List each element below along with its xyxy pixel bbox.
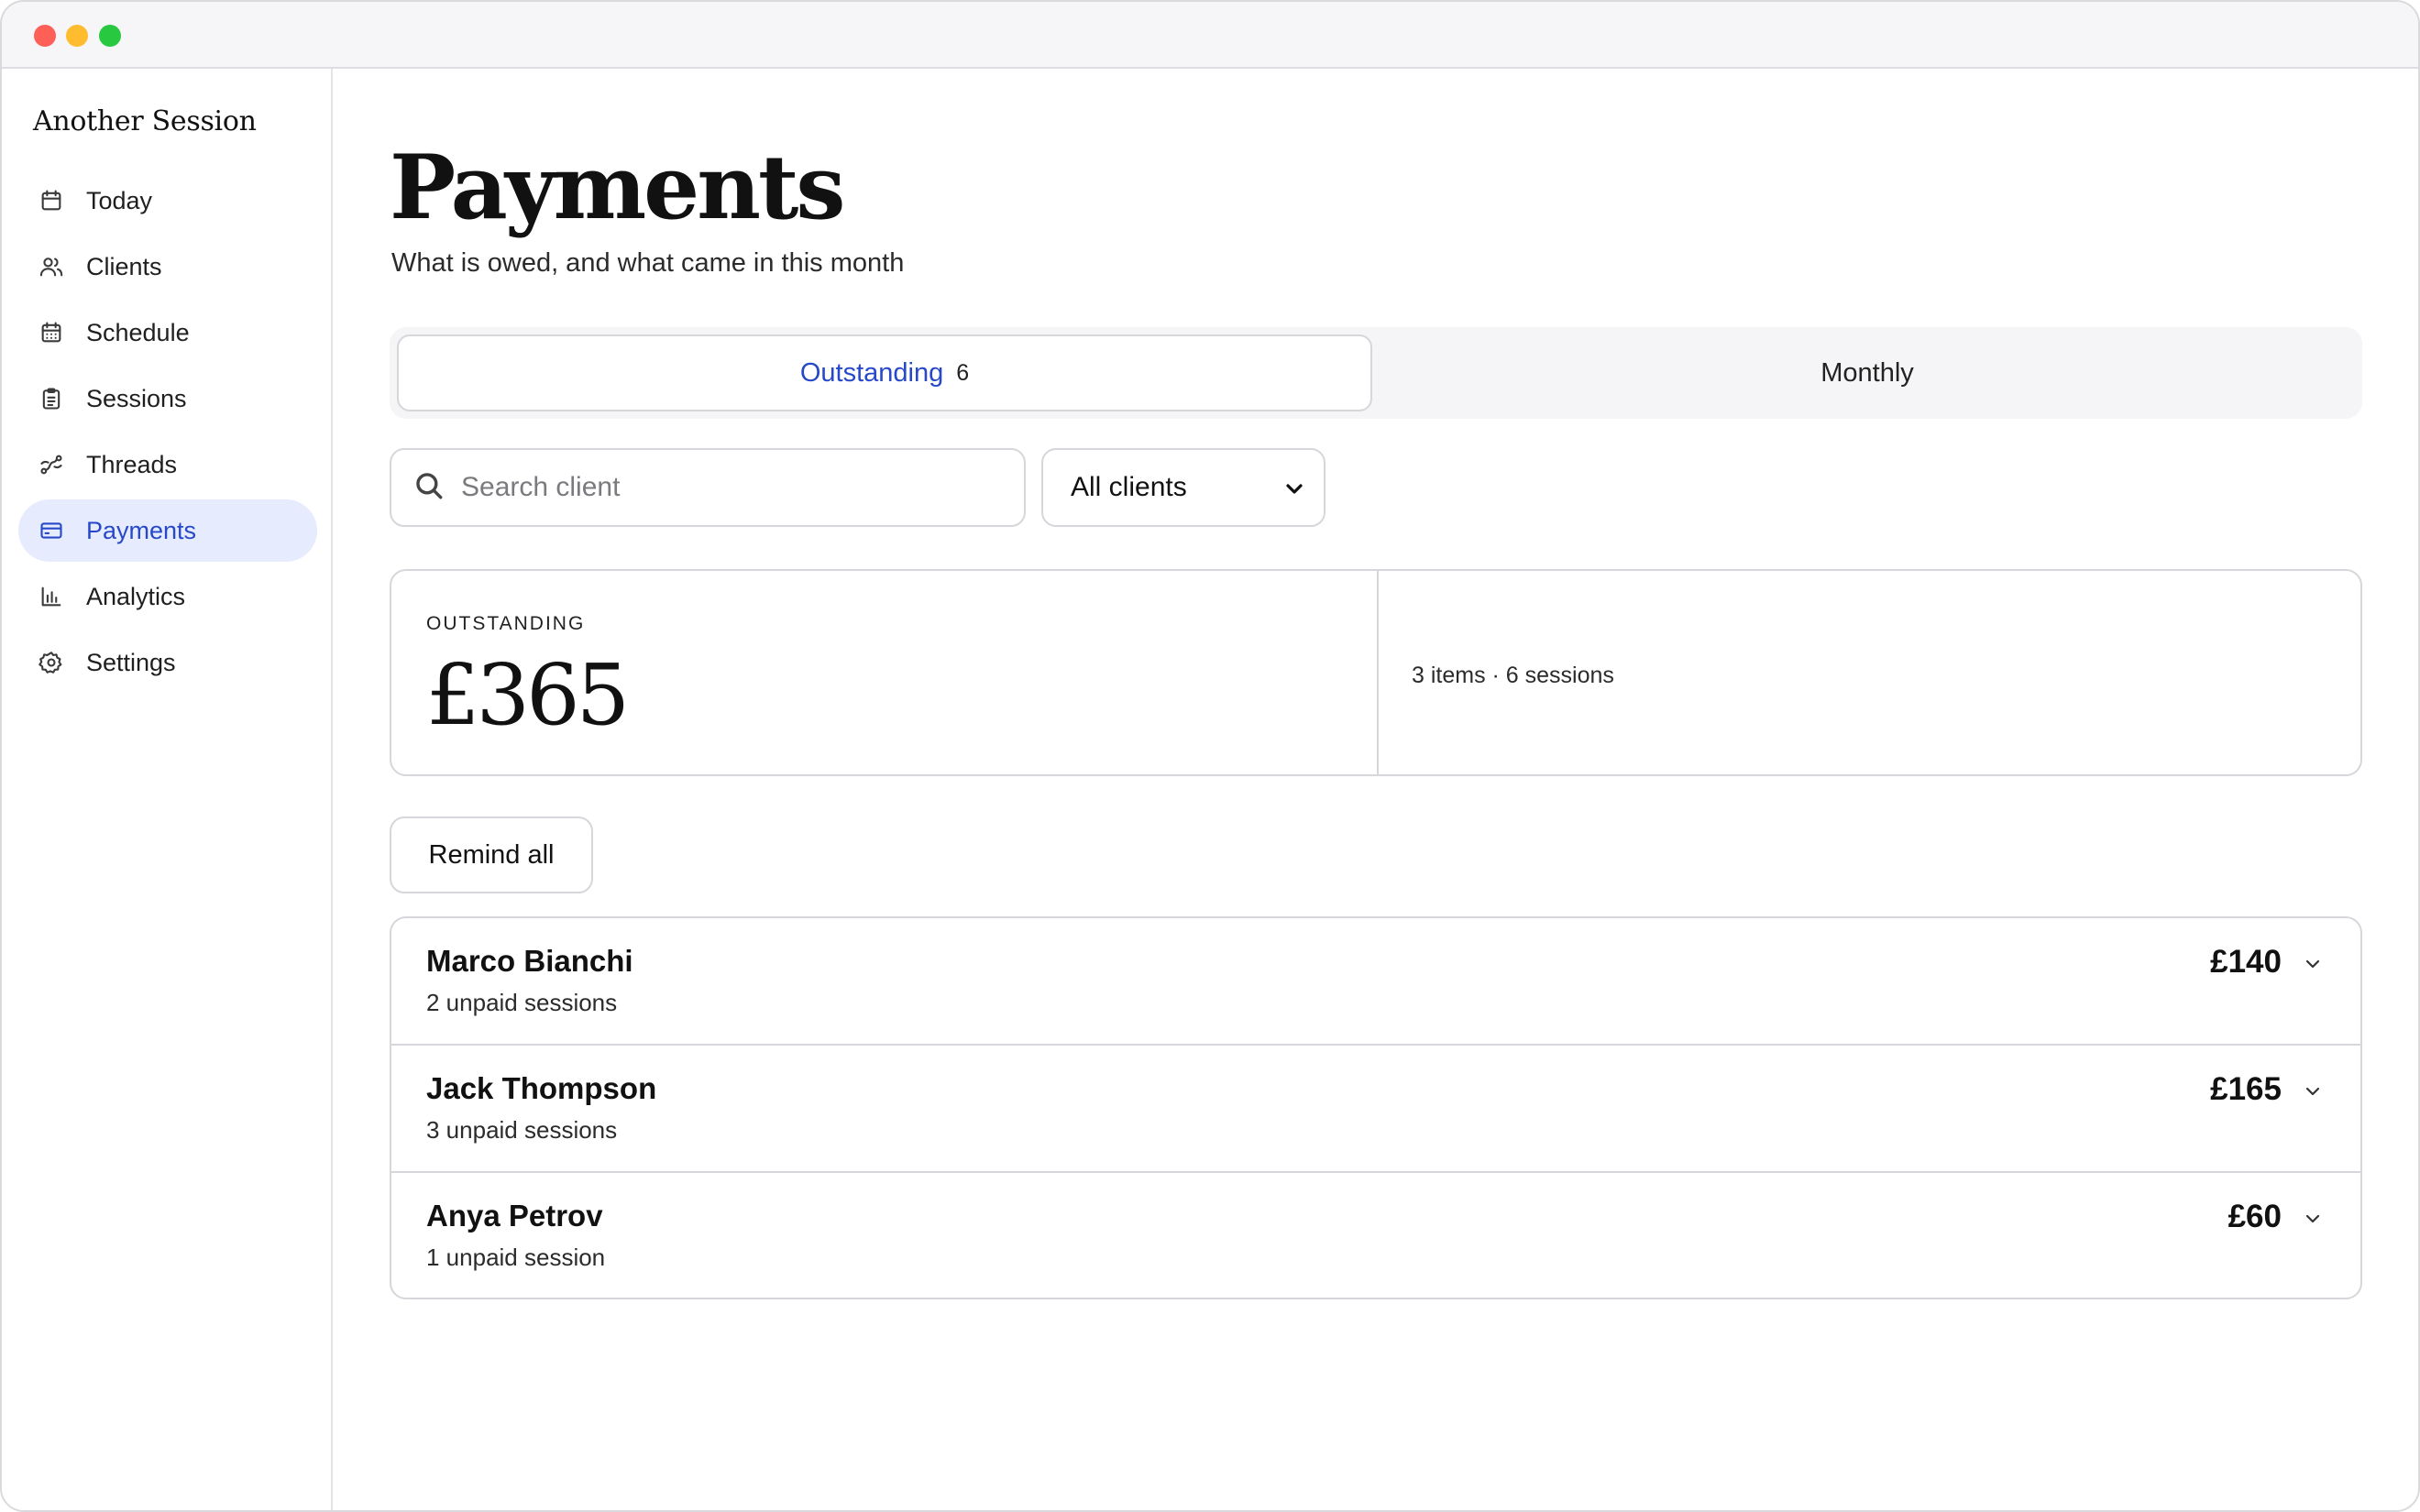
search-input[interactable] — [461, 472, 974, 503]
sidebar-item-label: Payments — [86, 516, 197, 544]
chevron-down-icon — [1283, 477, 1305, 499]
view-tabs: Outstanding 6 Monthly — [390, 327, 2362, 419]
minimize-window-button[interactable] — [66, 25, 88, 47]
close-window-button[interactable] — [34, 25, 56, 47]
page-title: Payments — [390, 136, 845, 239]
outstanding-clients-list: Marco Bianchi 2 unpaid sessions £140 Jac… — [390, 916, 2362, 1299]
sidebar-item-settings[interactable]: Settings — [18, 631, 317, 694]
sidebar-item-label: Today — [86, 186, 153, 214]
gear-icon — [38, 650, 64, 675]
zoom-window-button[interactable] — [99, 25, 121, 47]
chevron-down-icon[interactable] — [2302, 1208, 2324, 1230]
sidebar-item-label: Clients — [86, 252, 162, 280]
credit-card-icon — [38, 518, 64, 543]
sidebar-item-threads[interactable]: Threads — [18, 433, 317, 496]
unpaid-sessions-count: 3 unpaid sessions — [426, 1116, 618, 1144]
chevron-down-icon[interactable] — [2302, 1080, 2324, 1102]
sidebar-item-label: Threads — [86, 450, 178, 478]
amount-owed: £60 — [2228, 1199, 2282, 1234]
list-item[interactable]: Anya Petrov 1 unpaid session £60 — [391, 1173, 2360, 1298]
tab-count-badge: 6 — [956, 359, 970, 386]
client-name: Jack Thompson — [426, 1071, 657, 1105]
summary-amount: £365 — [426, 646, 630, 744]
client-name: Anya Petrov — [426, 1199, 603, 1233]
chevron-down-icon[interactable] — [2302, 953, 2324, 975]
client-name: Marco Bianchi — [426, 944, 633, 978]
sidebar-item-label: Settings — [86, 648, 176, 676]
calendar-icon — [38, 188, 64, 214]
outstanding-summary-card: OUTSTANDING £365 3 items · 6 sessions — [390, 569, 2362, 776]
main-content: Payments What is owed, and what came in … — [335, 69, 2418, 1510]
list-item[interactable]: Marco Bianchi 2 unpaid sessions £140 — [391, 918, 2360, 1046]
sidebar-item-payments[interactable]: Payments — [18, 499, 317, 562]
calendar-grid-icon — [38, 320, 64, 345]
search-icon — [413, 470, 461, 506]
users-icon — [38, 254, 64, 279]
sidebar-item-label: Schedule — [86, 318, 190, 346]
summary-meta: 3 items · 6 sessions — [1412, 663, 1614, 688]
sidebar-item-analytics[interactable]: Analytics — [18, 565, 317, 628]
sidebar-item-label: Sessions — [86, 384, 187, 412]
sidebar-item-today[interactable]: Today — [18, 170, 317, 232]
search-box[interactable] — [390, 448, 1026, 527]
sidebar-item-schedule[interactable]: Schedule — [18, 301, 317, 364]
page-subtitle: What is owed, and what came in this mont… — [391, 248, 905, 278]
tab-monthly[interactable]: Monthly — [1380, 334, 2355, 411]
sidebar-item-label: Analytics — [86, 582, 186, 610]
remind-all-button[interactable]: Remind all — [390, 816, 593, 893]
bar-chart-icon — [38, 584, 64, 609]
summary-label: OUTSTANDING — [426, 613, 586, 634]
sidebar-item-clients[interactable]: Clients — [18, 236, 317, 298]
clipboard-icon — [38, 386, 64, 411]
client-filter-value: All clients — [1071, 472, 1187, 502]
sidebar-nav: Today Clients Schedule Sessions Threads … — [18, 170, 317, 697]
unpaid-sessions-count: 1 unpaid session — [426, 1244, 606, 1271]
summary-divider — [1377, 571, 1379, 774]
app-brand: Another Session — [33, 105, 257, 137]
sidebar-item-sessions[interactable]: Sessions — [18, 367, 317, 430]
amount-owed: £140 — [2210, 944, 2282, 980]
title-bar — [2, 2, 2418, 69]
list-item[interactable]: Jack Thompson 3 unpaid sessions £165 — [391, 1046, 2360, 1173]
tab-outstanding[interactable]: Outstanding 6 — [397, 334, 1372, 411]
tab-label: Outstanding — [799, 357, 944, 388]
sidebar: Another Session Today Clients Schedule S… — [2, 69, 333, 1510]
app-window: Another Session Today Clients Schedule S… — [0, 0, 2420, 1512]
amount-owed: £165 — [2210, 1071, 2282, 1107]
tab-label: Monthly — [1820, 357, 1914, 388]
client-filter-select[interactable]: All clients — [1041, 448, 1326, 527]
threads-icon — [38, 452, 64, 477]
unpaid-sessions-count: 2 unpaid sessions — [426, 989, 618, 1016]
